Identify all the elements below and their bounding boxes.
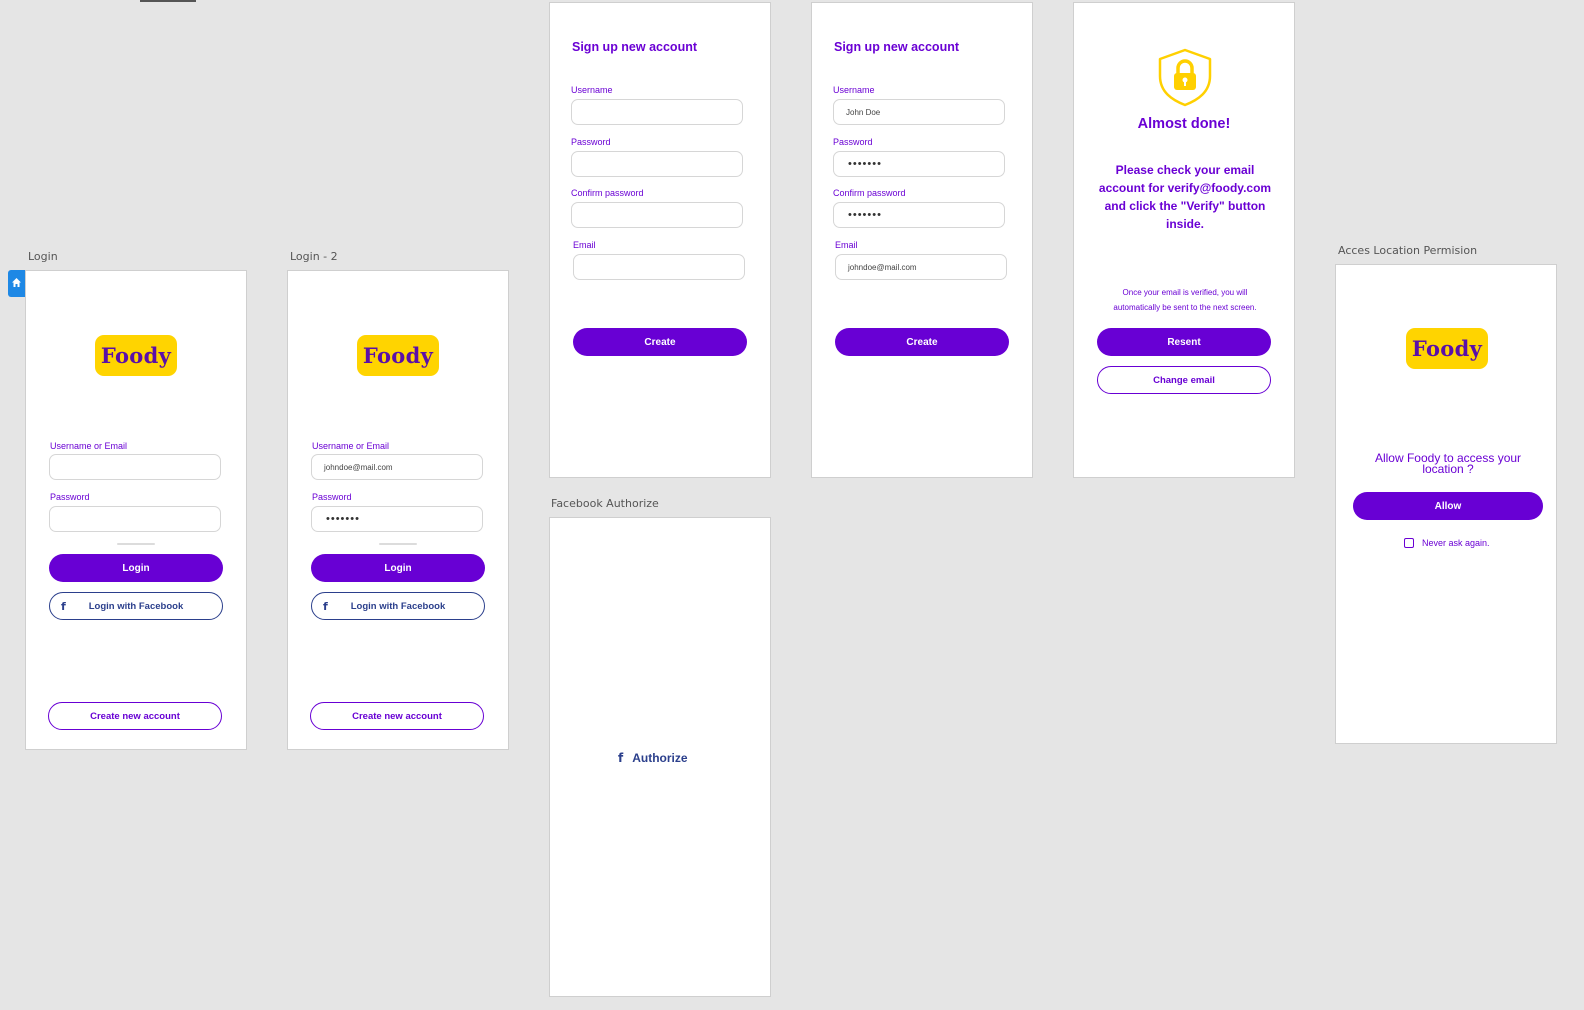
verify-message: Please check your email account for veri… [1098,163,1272,231]
allow-button[interactable]: Allow [1353,492,1543,520]
verify-email-screen: Almost done! Please check your email acc… [1073,2,1295,478]
divider [117,543,155,545]
confirm-password-input[interactable]: ••••••• [833,202,1005,228]
username-input[interactable] [571,99,743,125]
facebook-icon: f [323,600,328,613]
email-input[interactable]: johndoe@mail.com [835,254,1007,280]
username-label: Username [833,85,875,95]
password-input[interactable]: ••••••• [311,506,483,532]
create-account-button[interactable]: Create new account [310,702,484,730]
facebook-icon: f [618,751,624,765]
verify-note: Once your email is verified, you will au… [1113,288,1257,312]
artboard-label-facebook-authorize: Facebook Authorize [551,497,659,510]
signup-screen-filled: Sign up new account Username John Doe Pa… [811,2,1033,478]
login-button[interactable]: Login [49,554,223,582]
login-facebook-label: Login with Facebook [88,600,184,612]
shield-lock-icon [1158,48,1212,107]
authorize-button[interactable]: f Authorize [618,748,704,768]
create-button[interactable]: Create [835,328,1009,356]
confirm-password-input[interactable] [571,202,743,228]
login-button[interactable]: Login [311,554,485,582]
password-label: Password [50,492,90,502]
confirm-password-label: Confirm password [571,188,644,198]
authorize-label: Authorize [632,751,688,765]
facebook-authorize-screen: f Authorize [549,517,771,997]
email-label: Email [835,240,858,250]
never-ask-label: Never ask again. [1422,538,1490,548]
username-input[interactable] [49,454,221,480]
foody-logo: Foody [1406,328,1488,369]
username-label: Username [571,85,613,95]
location-question: Allow Foody to access your location ? [1374,451,1522,476]
location-permission-screen: Foody Allow Foody to access your locatio… [1335,264,1557,744]
login-facebook-button[interactable]: f Login with Facebook [311,592,485,620]
password-label: Password [312,492,352,502]
signup-title: Sign up new account [834,40,960,54]
change-email-button[interactable]: Change email [1097,366,1271,394]
foody-logo: Foody [95,335,177,376]
divider [379,543,417,545]
password-label: Password [571,137,611,147]
username-label: Username or Email [312,441,390,451]
create-button[interactable]: Create [573,328,747,356]
create-account-button[interactable]: Create new account [48,702,222,730]
home-tab[interactable] [8,270,25,297]
login-facebook-button[interactable]: f Login with Facebook [49,592,223,620]
password-input[interactable]: ••••••• [833,151,1005,177]
signup-screen-empty: Sign up new account Username Password Co… [549,2,771,478]
email-input[interactable] [573,254,745,280]
username-label: Username or Email [50,441,128,451]
facebook-icon: f [61,600,66,613]
resent-button[interactable]: Resent [1097,328,1271,356]
username-input[interactable]: johndoe@mail.com [311,454,483,480]
home-icon [12,278,21,287]
login-facebook-label: Login with Facebook [350,600,446,612]
artboard-label-login: Login [28,250,58,263]
login-2-screen: Foody Username or Email johndoe@mail.com… [287,270,509,750]
foody-logo: Foody [357,335,439,376]
password-input[interactable] [49,506,221,532]
signup-title: Sign up new account [572,40,698,54]
email-label: Email [573,240,596,250]
username-input[interactable]: John Doe [833,99,1005,125]
never-ask-checkbox[interactable] [1404,538,1414,548]
canvas-marker [140,0,196,2]
login-screen: Foody Username or Email Password Login f… [25,270,247,750]
confirm-password-label: Confirm password [833,188,906,198]
password-label: Password [833,137,873,147]
artboard-label-login-2: Login - 2 [290,250,338,263]
artboard-label-location: Acces Location Permision [1338,244,1478,257]
password-input[interactable] [571,151,743,177]
verify-heading: Almost done! [1137,116,1231,132]
